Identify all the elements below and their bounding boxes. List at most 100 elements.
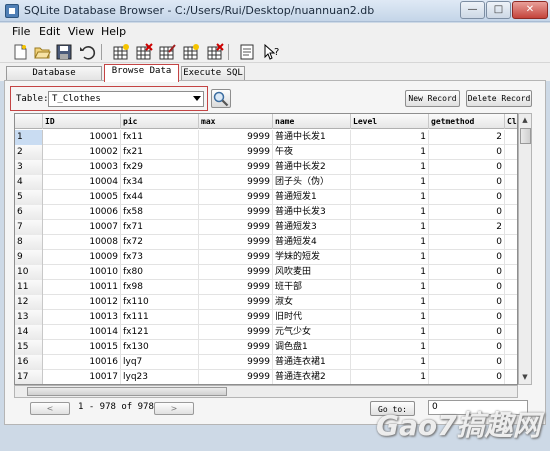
table-cell[interactable]: 9999 xyxy=(199,175,273,190)
table-cell[interactable]: 0 xyxy=(429,145,505,160)
table-row[interactable]: 6 10006 fx58 9999 普通中长发3 1 0 xyxy=(15,205,517,220)
table-cell[interactable]: 9999 xyxy=(199,130,273,145)
go-to-input[interactable]: 0 xyxy=(428,400,528,415)
table-cell[interactable]: 9999 xyxy=(199,235,273,250)
table-cell[interactable]: fx58 xyxy=(121,205,199,220)
table-cell[interactable]: 10004 xyxy=(43,175,121,190)
table-cell[interactable]: 10007 xyxy=(43,220,121,235)
table-cell[interactable]: fx111 xyxy=(121,310,199,325)
table-cell[interactable]: 普通短发1 xyxy=(273,190,351,205)
menu-view[interactable]: View xyxy=(68,25,94,38)
table-cell[interactable]: 0 xyxy=(429,190,505,205)
table-cell[interactable]: 普通短发4 xyxy=(273,235,351,250)
table-cell[interactable]: 0 xyxy=(429,325,505,340)
new-record-button[interactable]: New Record xyxy=(405,90,460,107)
table-cell[interactable]: fx71 xyxy=(121,220,199,235)
table-cell[interactable]: 1 xyxy=(351,235,429,250)
table-cell[interactable]: fx11 xyxy=(121,130,199,145)
table-cell[interactable]: 9999 xyxy=(199,370,273,384)
table-cell[interactable]: 10012 xyxy=(43,295,121,310)
undo-icon[interactable] xyxy=(78,43,96,61)
search-button[interactable] xyxy=(211,89,231,108)
table-row[interactable]: 9 10009 fx73 9999 学妹的短发 1 0 xyxy=(15,250,517,265)
table-cell[interactable]: 1 xyxy=(351,340,429,355)
table-row[interactable]: 11 10011 fx98 9999 班干部 1 0 xyxy=(15,280,517,295)
tab-execute-sql[interactable]: Execute SQL xyxy=(181,66,245,81)
table-cell[interactable]: 1 xyxy=(351,145,429,160)
table-cell[interactable]: 0 xyxy=(429,295,505,310)
table-cell[interactable]: 学妹的短发 xyxy=(273,250,351,265)
maximize-button[interactable]: □ xyxy=(486,1,511,19)
tab-database-structure[interactable]: Database Structure xyxy=(6,66,102,91)
table-cell[interactable]: 10003 xyxy=(43,160,121,175)
horizontal-scroll-thumb[interactable] xyxy=(27,387,227,396)
table-cell[interactable]: 0 xyxy=(429,250,505,265)
table-row[interactable]: 14 10014 fx121 9999 元气少女 1 0 xyxy=(15,325,517,340)
table-cell[interactable]: 10016 xyxy=(43,355,121,370)
next-page-button[interactable]: > xyxy=(154,402,194,415)
table-cell[interactable]: 10017 xyxy=(43,370,121,384)
new-database-icon[interactable] xyxy=(11,43,29,61)
table-cell[interactable]: 10013 xyxy=(43,310,121,325)
table-cell[interactable]: fx80 xyxy=(121,265,199,280)
vertical-scrollbar[interactable]: ▲ ▼ xyxy=(518,113,532,385)
table-cell[interactable]: 1 xyxy=(351,370,429,384)
table-row[interactable]: 3 10003 fx29 9999 普通中长发2 1 0 xyxy=(15,160,517,175)
delete-index-icon[interactable] xyxy=(206,43,224,61)
table-cell[interactable]: 元气少女 xyxy=(273,325,351,340)
table-cell[interactable]: fx44 xyxy=(121,190,199,205)
table-cell[interactable]: 1 xyxy=(351,220,429,235)
menu-edit[interactable]: Edit xyxy=(39,25,60,38)
table-cell[interactable]: 风吹麦田 xyxy=(273,265,351,280)
table-cell[interactable]: 2 xyxy=(429,130,505,145)
table-row[interactable]: 10 10010 fx80 9999 风吹麦田 1 0 xyxy=(15,265,517,280)
table-cell[interactable]: 1 xyxy=(351,355,429,370)
column-header[interactable]: max xyxy=(199,114,273,129)
table-cell[interactable]: 9999 xyxy=(199,265,273,280)
table-cell[interactable]: 9999 xyxy=(199,145,273,160)
table-row[interactable]: 8 10008 fx72 9999 普通短发4 1 0 xyxy=(15,235,517,250)
table-cell[interactable]: 普通连衣裙2 xyxy=(273,370,351,384)
horizontal-scrollbar[interactable] xyxy=(14,385,518,398)
table-cell[interactable]: 9999 xyxy=(199,160,273,175)
table-cell[interactable]: 普通中长发3 xyxy=(273,205,351,220)
table-cell[interactable]: 团子头（伪） xyxy=(273,175,351,190)
column-header[interactable]: Clе xyxy=(505,114,517,129)
modify-table-icon[interactable] xyxy=(158,43,176,61)
delete-table-icon[interactable] xyxy=(135,43,153,61)
table-row[interactable]: 2 10002 fx21 9999 午夜 1 0 xyxy=(15,145,517,160)
table-cell[interactable]: 普通中长发1 xyxy=(273,130,351,145)
tab-browse-data[interactable]: Browse Data xyxy=(104,64,179,82)
table-cell[interactable]: 9999 xyxy=(199,250,273,265)
table-cell[interactable]: fx29 xyxy=(121,160,199,175)
menu-file[interactable]: File xyxy=(12,25,30,38)
scroll-up-icon[interactable]: ▲ xyxy=(519,114,531,127)
table-cell[interactable]: fx98 xyxy=(121,280,199,295)
close-button[interactable]: ✕ xyxy=(512,1,548,19)
table-cell[interactable]: 1 xyxy=(351,250,429,265)
delete-record-button[interactable]: Delete Record xyxy=(466,90,532,107)
table-cell[interactable]: 1 xyxy=(351,295,429,310)
table-cell[interactable]: 0 xyxy=(429,370,505,384)
table-cell[interactable]: 2 xyxy=(429,220,505,235)
table-cell[interactable]: 0 xyxy=(429,175,505,190)
table-cell[interactable]: 10011 xyxy=(43,280,121,295)
table-cell[interactable]: 0 xyxy=(429,310,505,325)
column-header[interactable]: pic xyxy=(121,114,199,129)
table-cell[interactable]: 9999 xyxy=(199,220,273,235)
table-cell[interactable]: 0 xyxy=(429,205,505,220)
log-window-icon[interactable] xyxy=(238,43,256,61)
table-cell[interactable]: fx34 xyxy=(121,175,199,190)
column-header[interactable]: ID xyxy=(43,114,121,129)
table-row[interactable]: 17 10017 lyq23 9999 普通连衣裙2 1 0 xyxy=(15,370,517,384)
table-cell[interactable]: fx110 xyxy=(121,295,199,310)
table-cell[interactable]: 0 xyxy=(429,355,505,370)
table-cell[interactable]: 班干部 xyxy=(273,280,351,295)
table-cell[interactable]: 10015 xyxy=(43,340,121,355)
table-cell[interactable]: 9999 xyxy=(199,280,273,295)
table-row[interactable]: 4 10004 fx34 9999 团子头（伪） 1 0 xyxy=(15,175,517,190)
scroll-down-icon[interactable]: ▼ xyxy=(519,371,531,384)
previous-page-button[interactable]: < xyxy=(30,402,70,415)
table-cell[interactable]: 0 xyxy=(429,265,505,280)
table-row[interactable]: 16 10016 lyq7 9999 普通连衣裙1 1 0 xyxy=(15,355,517,370)
